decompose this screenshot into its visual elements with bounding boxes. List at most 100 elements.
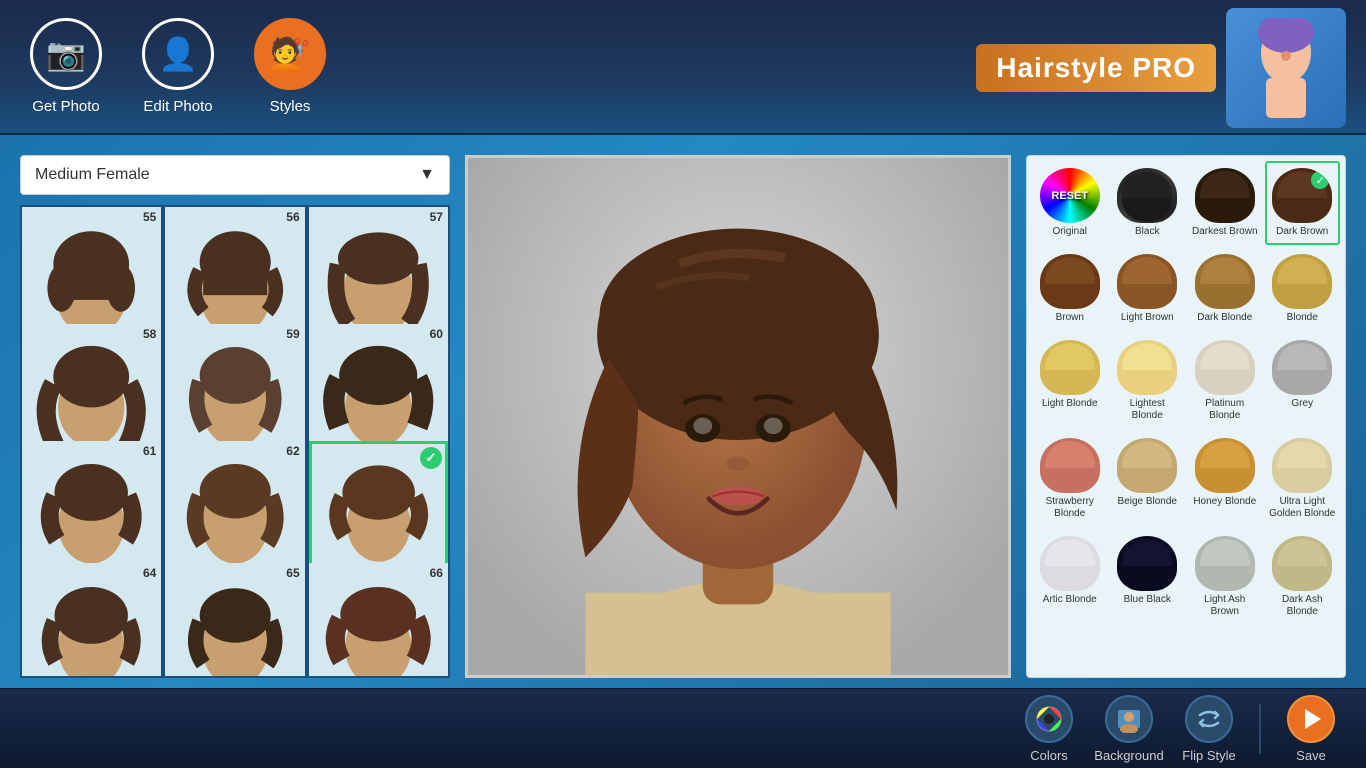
edit-photo-label: Edit Photo xyxy=(143,98,212,115)
style-grid: 55 56 xyxy=(20,205,450,678)
color-darkest-brown[interactable]: Darkest Brown xyxy=(1187,161,1263,245)
color-beige-blonde[interactable]: Beige Blonde xyxy=(1110,431,1186,527)
get-photo-label: Get Photo xyxy=(32,98,100,115)
brown-swatch xyxy=(1040,254,1100,309)
color-light-brown-label: Light Brown xyxy=(1121,312,1174,324)
color-strawberry-blonde-label: Strawberry Blonde xyxy=(1036,496,1104,520)
colors-button[interactable]: Colors xyxy=(1014,695,1084,763)
color-grid: RESET Original Black xyxy=(1032,161,1340,625)
black-swatch xyxy=(1117,168,1177,223)
artic-blonde-swatch xyxy=(1040,536,1100,591)
ultra-light-golden-swatch xyxy=(1272,438,1332,493)
left-panel: Medium Female ▼ 55 56 xyxy=(20,155,450,678)
selected-check-icon: ✓ xyxy=(420,447,442,469)
blue-black-swatch xyxy=(1117,536,1177,591)
background-button[interactable]: Background xyxy=(1094,695,1164,763)
color-platinum-blonde-label: Platinum Blonde xyxy=(1191,398,1259,422)
dark-ash-blonde-swatch xyxy=(1272,536,1332,591)
model-photo xyxy=(468,158,1008,675)
color-grey[interactable]: Grey xyxy=(1265,333,1341,429)
honey-blonde-swatch xyxy=(1195,438,1255,493)
color-platinum-blonde[interactable]: Platinum Blonde xyxy=(1187,333,1263,429)
color-blonde[interactable]: Blonde xyxy=(1265,247,1341,331)
color-light-blonde[interactable]: Light Blonde xyxy=(1032,333,1108,429)
style-57-thumb xyxy=(319,217,437,335)
color-brown[interactable]: Brown xyxy=(1032,247,1108,331)
colors-btn-label: Colors xyxy=(1030,748,1068,763)
nav-styles[interactable]: 💇 Styles xyxy=(254,18,326,115)
style-category-dropdown[interactable]: Medium Female ▼ xyxy=(20,155,450,195)
style-66[interactable]: 66 xyxy=(309,563,448,678)
style-56-thumb xyxy=(176,217,294,335)
darkest-brown-swatch xyxy=(1195,168,1255,223)
nav-edit-photo[interactable]: 👤 Edit Photo xyxy=(142,18,214,115)
color-blonde-label: Blonde xyxy=(1287,312,1318,324)
flip-style-btn-label: Flip Style xyxy=(1182,748,1235,763)
save-button[interactable]: Save xyxy=(1276,695,1346,763)
flip-style-button[interactable]: Flip Style xyxy=(1174,695,1244,763)
color-dark-blonde[interactable]: Dark Blonde xyxy=(1187,247,1263,331)
color-darkest-brown-label: Darkest Brown xyxy=(1192,226,1258,238)
color-dark-blonde-label: Dark Blonde xyxy=(1197,312,1252,324)
color-dark-brown-label: Dark Brown xyxy=(1276,226,1328,238)
platinum-blonde-swatch xyxy=(1195,340,1255,395)
color-original[interactable]: RESET Original xyxy=(1032,161,1108,245)
background-icon xyxy=(1105,695,1153,743)
divider xyxy=(1259,704,1261,754)
grey-swatch xyxy=(1272,340,1332,395)
color-artic-blonde-label: Artic Blonde xyxy=(1043,594,1097,606)
style-64[interactable]: 64 xyxy=(22,563,161,678)
color-original-label: Original xyxy=(1053,226,1087,238)
light-brown-swatch xyxy=(1117,254,1177,309)
photo-frame xyxy=(465,155,1011,678)
color-ultra-light-golden-label: Ultra Light Golden Blonde xyxy=(1269,496,1337,520)
color-strawberry-blonde[interactable]: Strawberry Blonde xyxy=(1032,431,1108,527)
styles-label: Styles xyxy=(270,98,311,115)
style-55-thumb xyxy=(32,217,150,335)
logo-area: Hairstyle PRO xyxy=(976,0,1346,135)
dark-brown-swatch: ✓ xyxy=(1272,168,1332,223)
color-beige-blonde-label: Beige Blonde xyxy=(1118,496,1178,508)
camera-icon: 📷 xyxy=(30,18,102,90)
color-dark-brown[interactable]: ✓ Dark Brown xyxy=(1265,161,1341,245)
beige-blonde-swatch xyxy=(1117,438,1177,493)
reset-swatch: RESET xyxy=(1040,168,1100,223)
color-dark-ash-blonde[interactable]: Dark Ash Blonde xyxy=(1265,529,1341,625)
style-61[interactable]: 61 xyxy=(22,441,161,580)
dropdown-value: Medium Female xyxy=(35,166,150,184)
save-icon xyxy=(1287,695,1335,743)
lightest-blonde-swatch xyxy=(1117,340,1177,395)
logo-lady-icon xyxy=(1226,8,1346,128)
color-ultra-light-golden[interactable]: Ultra Light Golden Blonde xyxy=(1265,431,1341,527)
color-light-ash-brown-label: Light Ash Brown xyxy=(1191,594,1259,618)
nav-items: 📷 Get Photo 👤 Edit Photo 💇 Styles xyxy=(30,18,326,115)
style-62[interactable]: 62 xyxy=(165,441,304,580)
nav-get-photo[interactable]: 📷 Get Photo xyxy=(30,18,102,115)
colors-icon xyxy=(1025,695,1073,743)
styles-icon: 💇 xyxy=(254,18,326,90)
color-black[interactable]: Black xyxy=(1110,161,1186,245)
save-btn-label: Save xyxy=(1296,748,1326,763)
color-artic-blonde[interactable]: Artic Blonde xyxy=(1032,529,1108,625)
color-light-brown[interactable]: Light Brown xyxy=(1110,247,1186,331)
app-title: Hairstyle PRO xyxy=(976,44,1216,92)
style-65[interactable]: 65 xyxy=(165,563,304,678)
color-black-label: Black xyxy=(1135,226,1159,238)
flip-style-icon xyxy=(1185,695,1233,743)
strawberry-blonde-swatch xyxy=(1040,438,1100,493)
color-light-ash-brown[interactable]: Light Ash Brown xyxy=(1187,529,1263,625)
light-blonde-swatch xyxy=(1040,340,1100,395)
center-panel xyxy=(450,155,1026,678)
top-bar: 📷 Get Photo 👤 Edit Photo 💇 Styles Hairst… xyxy=(0,0,1366,135)
chevron-down-icon: ▼ xyxy=(419,166,435,184)
blonde-swatch xyxy=(1272,254,1332,309)
color-blue-black[interactable]: Blue Black xyxy=(1110,529,1186,625)
color-brown-label: Brown xyxy=(1056,312,1084,324)
color-honey-blonde[interactable]: Honey Blonde xyxy=(1187,431,1263,527)
color-lightest-blonde[interactable]: Lightest Blonde xyxy=(1110,333,1186,429)
color-blue-black-label: Blue Black xyxy=(1124,594,1171,606)
person-icon: 👤 xyxy=(142,18,214,90)
dark-blonde-swatch xyxy=(1195,254,1255,309)
style-63[interactable]: ✓ xyxy=(309,441,448,580)
color-dark-ash-blonde-label: Dark Ash Blonde xyxy=(1269,594,1337,618)
